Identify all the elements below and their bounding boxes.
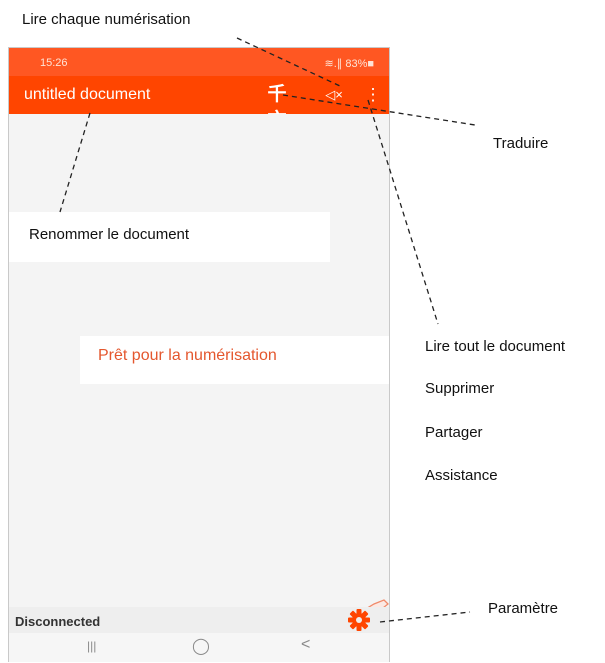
leader-read-each-scan xyxy=(236,37,341,87)
leader-rename xyxy=(59,112,91,213)
callout-leader-lines xyxy=(59,37,476,623)
leader-read-all xyxy=(367,99,439,325)
leader-settings xyxy=(379,611,471,623)
leader-translate xyxy=(282,94,476,126)
